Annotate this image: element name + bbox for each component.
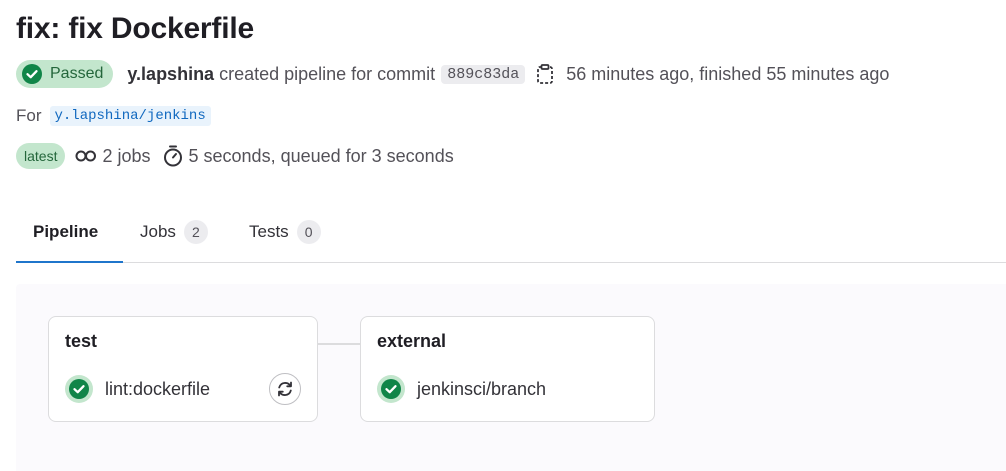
status-success-icon [22, 64, 42, 84]
job-jenkinsci-branch[interactable]: jenkinsci/branch [377, 375, 546, 403]
pipeline-jobs-icon [75, 148, 97, 164]
stage-test: test lint:dockerfile [48, 316, 318, 422]
job-name: jenkinsci/branch [417, 378, 547, 399]
retry-button[interactable] [269, 373, 301, 405]
stage-external: external jenkinsci/branch [360, 316, 655, 422]
job-success-icon [65, 375, 93, 403]
latest-badge: latest [16, 143, 66, 169]
project-row: For y.lapshina/jenkins [16, 106, 211, 126]
author-link[interactable]: y.lapshina [127, 64, 214, 85]
tab-label: Tests [249, 221, 289, 241]
copy-icon[interactable] [536, 64, 554, 84]
tab-pipeline[interactable]: Pipeline [33, 200, 98, 263]
created-text: created pipeline for commit [219, 63, 436, 84]
stage-title: external [377, 331, 447, 351]
tab-tests[interactable]: Tests 0 [249, 200, 321, 263]
job-lint-dockerfile[interactable]: lint:dockerfile [65, 375, 210, 403]
active-tab-indicator [16, 261, 123, 263]
duration-text: 5 seconds, queued for 3 seconds [188, 145, 454, 166]
tab-count-badge: 2 [183, 219, 208, 244]
timer-icon [163, 145, 183, 167]
pipeline-graph: test lint:dockerfile external jenkinsci/… [16, 284, 1006, 471]
retry-icon [278, 381, 292, 397]
commit-sha[interactable]: 889c83da [441, 64, 526, 84]
job-name: lint:dockerfile [105, 378, 211, 399]
status-badge[interactable]: Passed [16, 60, 114, 88]
tab-label: Pipeline [33, 221, 99, 241]
stage-title: test [65, 331, 98, 351]
pipeline-meta: Passed y.lapshina created pipeline for c… [16, 60, 889, 88]
stage-connector [318, 343, 360, 345]
tab-label: Jobs [140, 221, 176, 241]
tab-count-badge: 0 [296, 219, 321, 244]
jobs-count: 2 jobs [102, 145, 151, 166]
tab-jobs[interactable]: Jobs 2 [140, 200, 208, 263]
page-title: fix: fix Dockerfile [16, 12, 254, 45]
project-link[interactable]: y.lapshina/jenkins [49, 106, 211, 126]
pipeline-time: 56 minutes ago, finished 55 minutes ago [566, 63, 890, 84]
pipeline-tabs: Pipeline Jobs 2 Tests 0 [16, 200, 1006, 263]
status-label: Passed [50, 65, 104, 82]
project-prefix: For [16, 106, 42, 125]
pipeline-info: latest 2 jobs 5 seconds, queued for 3 se… [16, 142, 454, 170]
job-success-icon [377, 375, 405, 403]
